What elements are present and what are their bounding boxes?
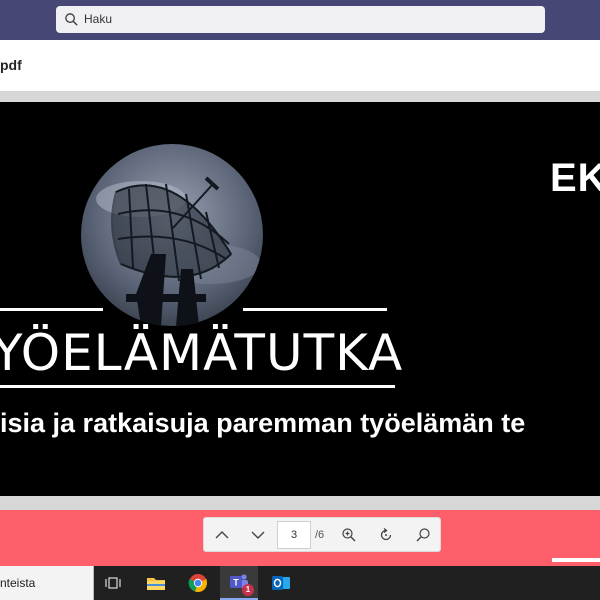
folder-icon (147, 578, 165, 590)
decorative-line (0, 308, 103, 311)
search-input[interactable]: Haku (84, 12, 112, 26)
slide-title: YÖELÄMÄTUTKA (0, 324, 404, 382)
next-page-button[interactable] (246, 524, 270, 546)
pdf-toolbar: 3 /6 (203, 517, 441, 552)
outlook-icon (272, 576, 290, 590)
file-explorer-button[interactable] (137, 566, 175, 600)
radar-dish-image (81, 144, 263, 326)
file-name: pdf (0, 57, 22, 73)
find-button[interactable] (411, 524, 435, 546)
notification-badge: 1 (242, 584, 254, 596)
chevron-up-icon (215, 531, 229, 539)
task-view-button[interactable] (94, 566, 132, 600)
outlook-button[interactable] (262, 566, 300, 600)
zoom-in-button[interactable] (337, 524, 361, 546)
page-number-input[interactable]: 3 (277, 521, 311, 549)
zoom-in-icon (342, 528, 356, 542)
previous-page-button[interactable] (210, 524, 234, 546)
app-header: Haku (0, 0, 600, 40)
page-count: /6 (315, 529, 325, 541)
search-box[interactable]: Haku (56, 6, 545, 33)
taskbar-search-text[interactable]: nteista (0, 576, 35, 590)
teams-button[interactable]: T 1 (220, 566, 258, 600)
pdf-viewer[interactable]: YÖELÄMÄTUTKA isia ja ratkaisuja paremman… (0, 92, 600, 566)
taskbar: nteista T 1 (0, 566, 600, 600)
rotate-icon (380, 527, 392, 541)
slide-corner-heading: EKC (550, 156, 600, 200)
search-icon (416, 528, 430, 542)
next-page-text-fragment (552, 558, 600, 562)
rotate-button[interactable] (374, 524, 398, 546)
chrome-icon (188, 574, 208, 593)
pdf-page: YÖELÄMÄTUTKA isia ja ratkaisuja paremman… (0, 102, 600, 496)
chevron-down-icon (251, 531, 265, 539)
chrome-button[interactable] (179, 566, 217, 600)
file-header: pdf (0, 40, 600, 92)
search-icon (65, 13, 78, 26)
svg-text:T: T (233, 578, 239, 588)
decorative-line (243, 308, 387, 311)
taskbar-search-box[interactable]: nteista (0, 566, 94, 600)
decorative-line (0, 385, 395, 388)
task-view-icon (105, 577, 121, 589)
slide-subtitle: isia ja ratkaisuja paremman työelämän te (0, 408, 526, 438)
